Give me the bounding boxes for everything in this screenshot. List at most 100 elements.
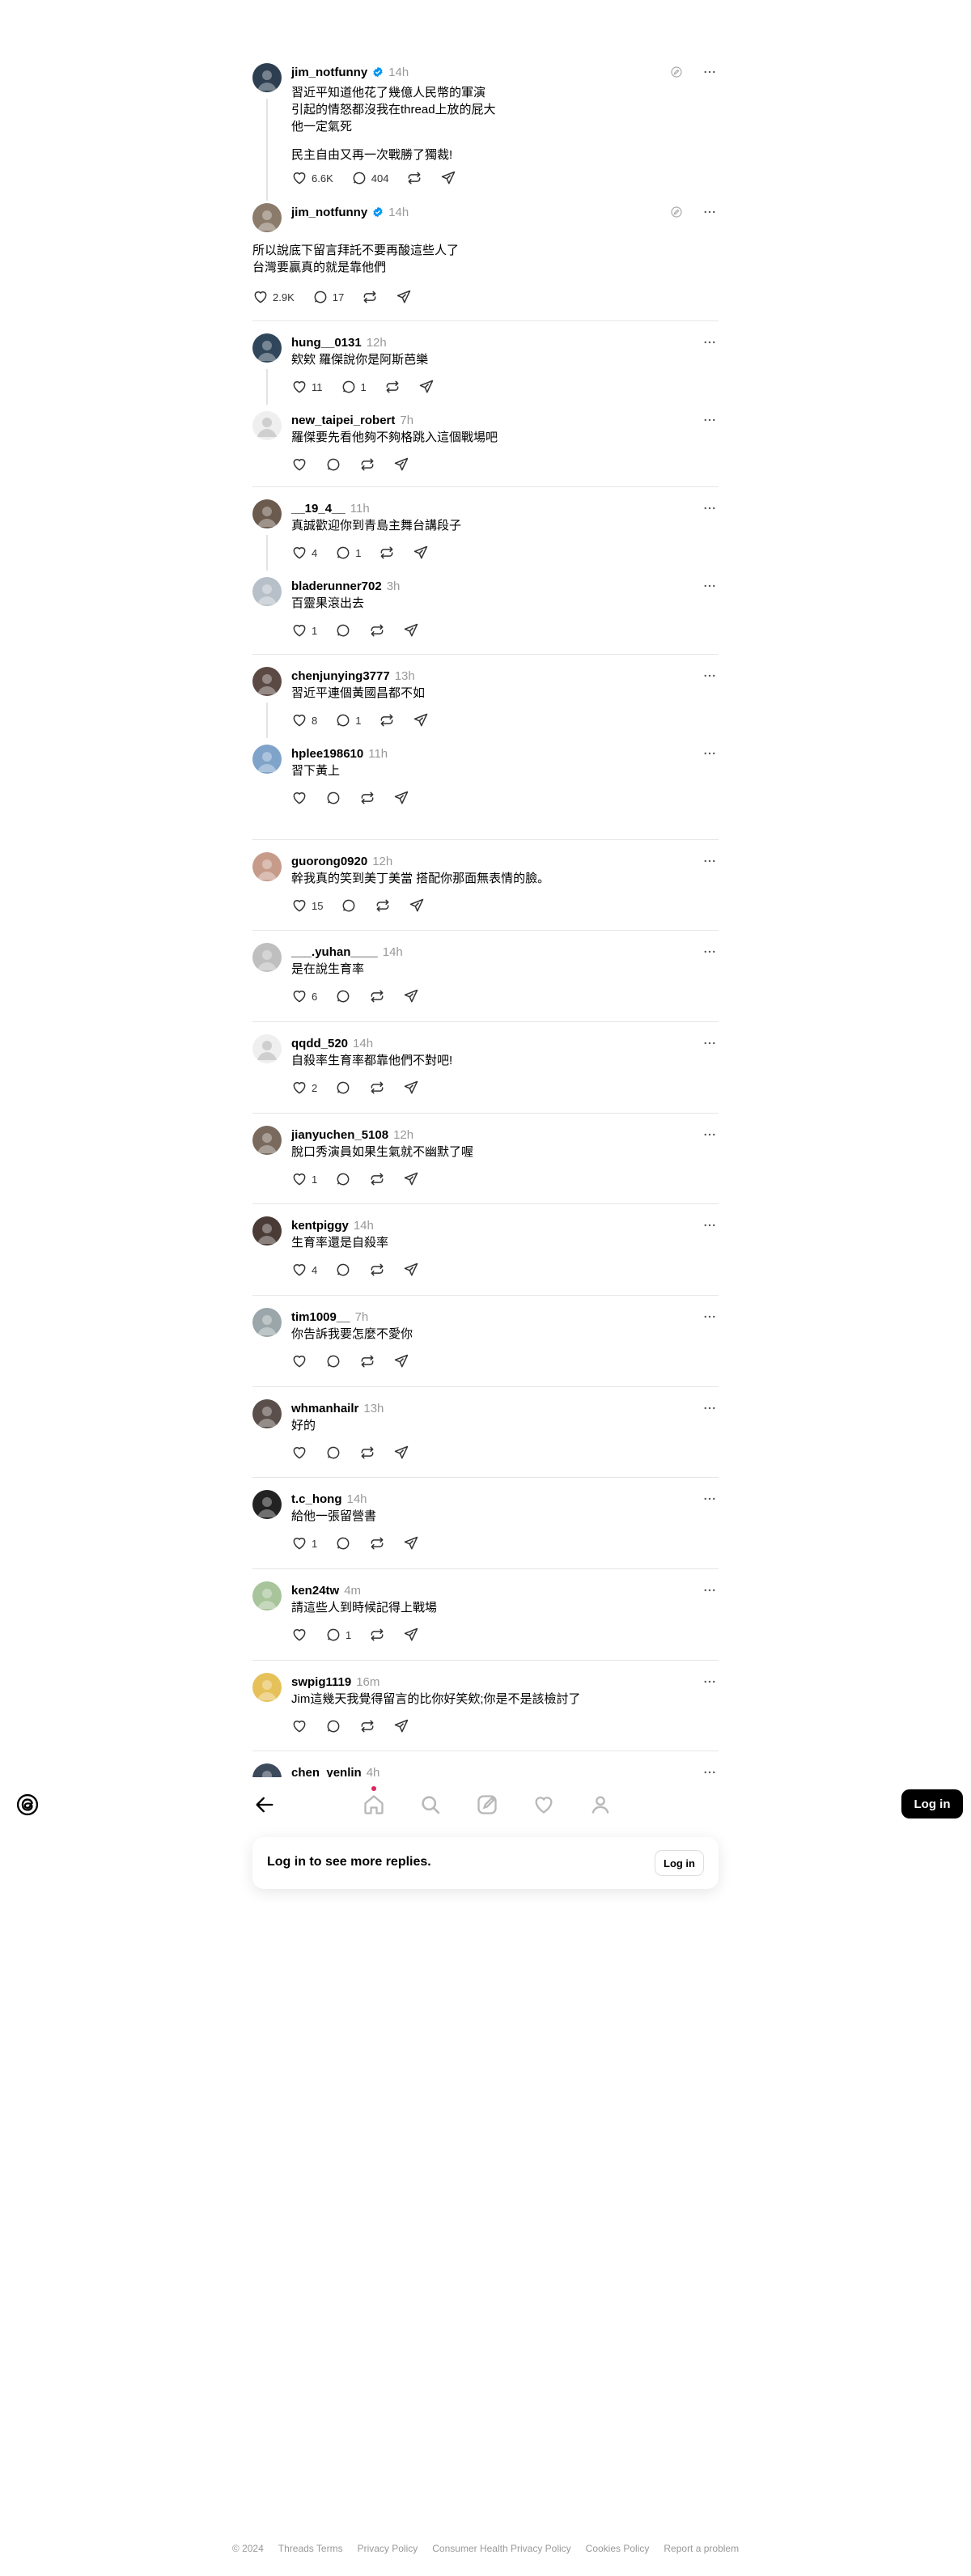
reply-button[interactable] [335,622,351,639]
repost-button[interactable] [359,790,375,806]
repost-button[interactable] [369,622,385,639]
like-button[interactable] [291,790,307,806]
username[interactable]: swpig1119 [291,1675,351,1689]
username[interactable]: kentpiggy [291,1219,349,1233]
share-button[interactable] [393,1445,409,1461]
share-button[interactable] [440,170,456,186]
username[interactable]: t.c_hong [291,1492,342,1506]
share-button[interactable] [418,379,435,395]
home-icon[interactable] [363,1793,385,1816]
avatar[interactable] [252,852,282,881]
username[interactable]: jim_notfunny [291,206,367,219]
username[interactable]: qqdd_520 [291,1037,348,1050]
repost-button[interactable] [362,289,378,305]
more-options-icon[interactable] [702,668,717,683]
heart-icon[interactable] [532,1793,555,1816]
repost-button[interactable] [375,898,391,914]
like-button[interactable]: 11 [291,379,323,395]
reply-button[interactable]: 1 [335,545,361,561]
threads-logo-icon[interactable] [16,1793,39,1816]
avatar[interactable] [252,667,282,696]
like-button[interactable]: 1 [291,1535,317,1551]
share-button[interactable] [403,1171,419,1187]
avatar[interactable] [252,1126,282,1155]
share-button[interactable] [403,988,419,1004]
reply-button[interactable]: 17 [312,289,344,305]
reply-button[interactable] [335,988,351,1004]
more-options-icon[interactable] [702,335,717,350]
username[interactable]: tim1009__ [291,1310,350,1324]
avatar[interactable] [252,1581,282,1611]
reply-button[interactable] [341,898,357,914]
more-options-icon[interactable] [702,1127,717,1142]
username[interactable]: hung__0131 [291,336,362,350]
username[interactable]: ken24tw [291,1584,339,1598]
username[interactable]: chenjunying3777 [291,669,390,683]
more-options-icon[interactable] [702,746,717,761]
repost-button[interactable] [406,170,422,186]
reply-button[interactable] [335,1080,351,1096]
repost-button[interactable] [379,545,395,561]
more-replies-login-button[interactable]: Log in [655,1850,704,1876]
like-button[interactable] [291,1353,307,1369]
avatar[interactable] [252,943,282,972]
like-button[interactable]: 2 [291,1080,317,1096]
avatar[interactable] [252,499,282,528]
create-icon[interactable] [476,1793,498,1816]
repost-button[interactable] [359,1353,375,1369]
avatar[interactable] [252,63,282,92]
more-options-icon[interactable] [702,944,717,959]
repost-button[interactable] [369,1171,385,1187]
avatar[interactable] [252,1034,282,1063]
more-options-icon[interactable] [702,1492,717,1506]
like-button[interactable]: 15 [291,898,323,914]
more-options-icon[interactable] [702,1309,717,1324]
avatar[interactable] [252,1490,282,1519]
avatar[interactable] [252,411,282,440]
more-options-icon[interactable] [702,501,717,516]
username[interactable]: new_taipei_robert [291,414,395,427]
more-options-icon[interactable] [702,1583,717,1598]
username[interactable]: guorong0920 [291,855,367,868]
share-button[interactable] [403,1262,419,1278]
repost-button[interactable] [359,1718,375,1734]
footer-link-report[interactable]: Report a problem [664,2543,739,2554]
share-button[interactable] [413,545,429,561]
more-options-icon[interactable] [702,854,717,868]
more-options-icon[interactable] [702,413,717,427]
like-button[interactable] [291,1627,307,1643]
reply-button[interactable]: 1 [335,712,361,728]
footer-link-health-privacy[interactable]: Consumer Health Privacy Policy [432,2543,570,2554]
like-button[interactable]: 6.6K [291,170,333,186]
more-options-icon[interactable] [702,1036,717,1050]
more-options-icon[interactable] [702,65,717,79]
reply-button[interactable]: 404 [351,170,388,186]
username[interactable]: jianyuchen_5108 [291,1128,388,1142]
repost-button[interactable] [359,456,375,473]
repost-button[interactable] [384,379,401,395]
share-button[interactable] [403,1627,419,1643]
more-options-icon[interactable] [702,205,717,219]
share-button[interactable] [403,622,419,639]
footer-link-privacy[interactable]: Privacy Policy [358,2543,418,2554]
login-button[interactable]: Log in [901,1789,963,1818]
reply-button[interactable] [335,1535,351,1551]
more-options-icon[interactable] [702,1401,717,1415]
username[interactable]: whmanhailr [291,1402,358,1415]
repost-button[interactable] [369,1080,385,1096]
avatar[interactable] [252,1399,282,1428]
like-button[interactable] [291,456,307,473]
like-button[interactable]: 4 [291,545,317,561]
like-button[interactable]: 6 [291,988,317,1004]
repost-button[interactable] [359,1445,375,1461]
profile-icon[interactable] [589,1793,612,1816]
avatar[interactable] [252,745,282,774]
like-button[interactable]: 4 [291,1262,317,1278]
like-button[interactable]: 8 [291,712,317,728]
username[interactable]: bladerunner702 [291,579,382,593]
share-button[interactable] [393,1353,409,1369]
footer-link-terms[interactable]: Threads Terms [278,2543,343,2554]
avatar[interactable] [252,333,282,363]
share-button[interactable] [409,898,425,914]
back-icon[interactable] [253,1793,276,1816]
